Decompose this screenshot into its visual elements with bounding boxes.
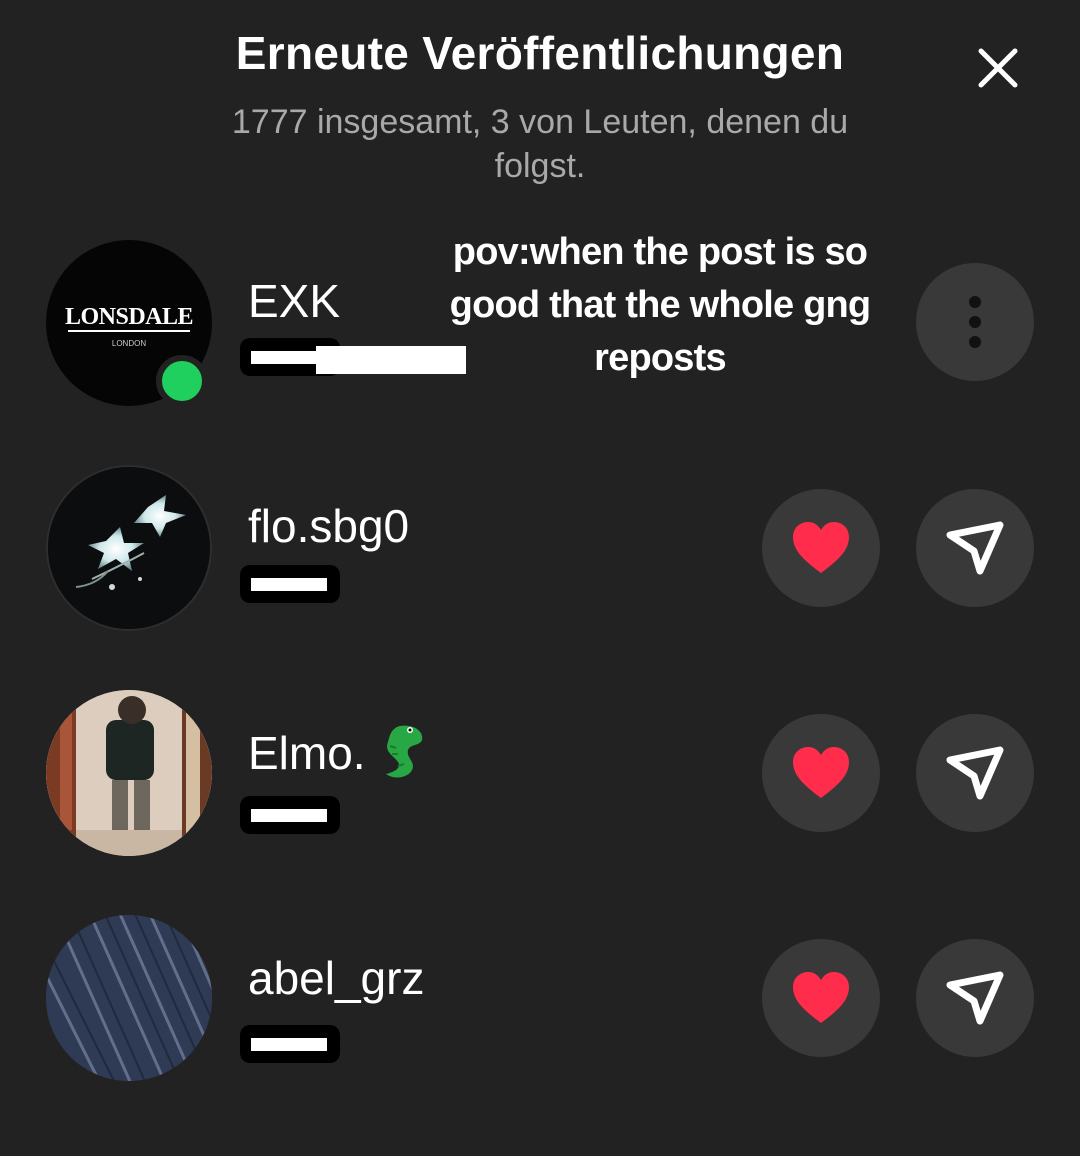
send-button[interactable] (916, 714, 1034, 832)
send-button[interactable] (916, 489, 1034, 607)
close-icon (978, 48, 1018, 88)
person-photo-image (46, 690, 212, 856)
crocodile-emoji-icon (386, 725, 423, 778)
redacted-subtitle (240, 796, 340, 834)
online-status-indicator (156, 355, 208, 407)
repost-user-row[interactable]: flo.sbg0 (0, 465, 1080, 635)
username[interactable]: Elmo. (248, 726, 366, 780)
like-button[interactable] (762, 489, 880, 607)
heart-icon (793, 972, 849, 1023)
send-icon (946, 971, 1004, 1025)
fabric-texture-image (46, 915, 212, 1081)
repost-count-subtitle: 1777 insgesamt, 3 von Leuten, denen du f… (231, 103, 849, 185)
more-vertical-icon (969, 296, 981, 348)
redacted-subtitle (240, 1025, 340, 1063)
avatar-logo-text: LONSDALE (65, 304, 193, 330)
username[interactable]: EXK (248, 274, 340, 328)
send-icon (946, 521, 1004, 575)
close-button[interactable] (968, 38, 1028, 98)
lily-flower-image (48, 467, 210, 629)
heart-icon (793, 522, 849, 573)
modal-title: Erneute Veröffentlichungen (235, 27, 845, 79)
heart-icon (793, 747, 849, 798)
like-button[interactable] (762, 939, 880, 1057)
redacted-subtitle (240, 565, 340, 603)
avatar-logo-subtext: LONDON (112, 339, 146, 348)
avatar[interactable] (46, 465, 212, 631)
like-button[interactable] (762, 714, 880, 832)
send-icon (946, 746, 1004, 800)
repost-user-row[interactable]: Elmo. (0, 690, 1080, 860)
repost-user-row[interactable]: abel_grz (0, 915, 1080, 1085)
username[interactable]: abel_grz (248, 951, 424, 1005)
more-options-button[interactable] (916, 263, 1034, 381)
username[interactable]: flo.sbg0 (248, 499, 409, 553)
avatar[interactable] (46, 915, 212, 1081)
video-caption-overlay: pov:when the post is so good that the wh… (449, 231, 871, 379)
send-button[interactable] (916, 939, 1034, 1057)
avatar[interactable] (46, 690, 212, 856)
